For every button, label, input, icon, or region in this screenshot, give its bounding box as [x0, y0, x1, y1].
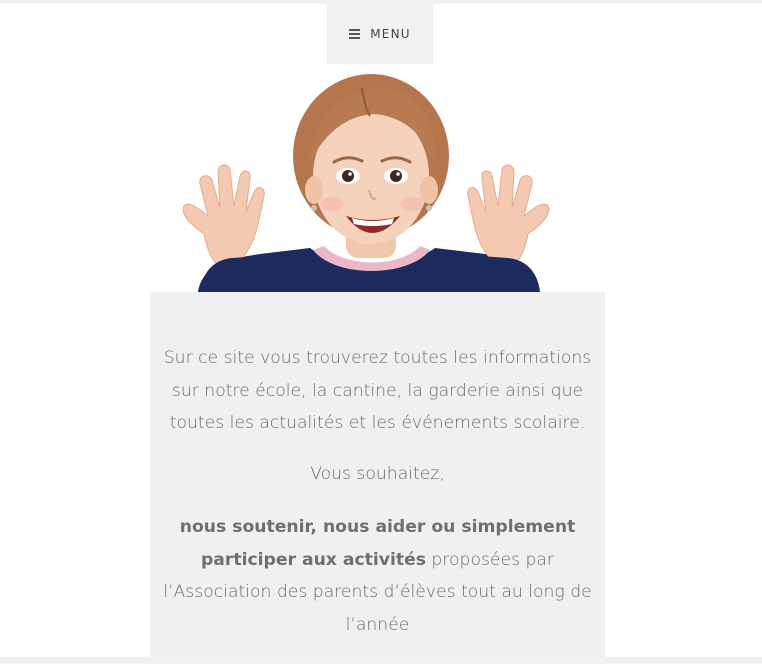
- intro-line-1: Sur ce site vous trouverez toutes les in…: [163, 348, 592, 368]
- cta-paragraph: nous soutenir, nous aider ou simplement …: [150, 511, 605, 641]
- page: MENU Sur ce site vous trouverez toutes l…: [0, 4, 762, 657]
- menu-label: MENU: [370, 27, 411, 41]
- intro-line-2: sur notre école, la cantine, la garderie…: [171, 380, 584, 401]
- cta-bold-line-2: participer aux activités: [200, 549, 426, 570]
- intro-content-box: Sur ce site vous trouverez toutes les in…: [150, 292, 605, 657]
- intro-line-3: toutes les actualités et les événements …: [169, 413, 586, 433]
- cta-bold-line-1: nous soutenir, nous aider ou simplement: [179, 517, 576, 537]
- cta-line-3: l’Association des parents d’élèves tout …: [163, 582, 592, 602]
- vous-souhaitez-text: Vous souhaitez,: [310, 464, 445, 484]
- cta-line-4: l’année: [345, 614, 410, 635]
- girl-illustration: [182, 74, 550, 292]
- hamburger-icon: [349, 29, 361, 39]
- intro-paragraph: Sur ce site vous trouverez toutes les in…: [150, 342, 605, 440]
- hero-image: [150, 64, 610, 292]
- menu-button[interactable]: MENU: [327, 4, 433, 64]
- cta-rest-line-2: proposées par: [425, 549, 555, 570]
